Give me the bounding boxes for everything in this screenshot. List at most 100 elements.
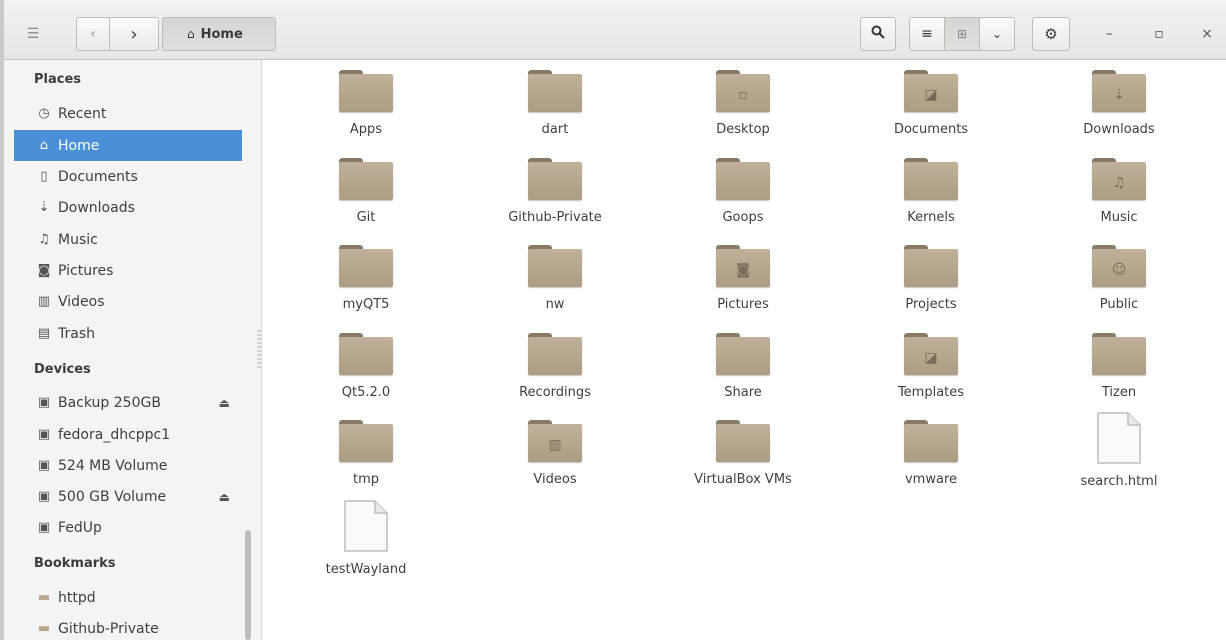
sidebar: Places ◷ Recent ⌂ Home ▯ Documents ⇣ Downloads ♫ M… (4, 60, 262, 640)
eject-icon[interactable]: ⏏ (219, 396, 230, 410)
drive-icon: ▣ (37, 458, 51, 473)
sidebar-heading-places: Places (34, 72, 82, 87)
sidebar-item-label: Recent (58, 105, 107, 122)
file-item[interactable]: testWayland (291, 500, 441, 580)
minimize-button[interactable]: – (1094, 17, 1124, 51)
folder-item[interactable]: Apps (291, 62, 441, 142)
folder-item[interactable]: Recordings (480, 325, 630, 405)
drive-icon: ▣ (37, 489, 51, 504)
folder-item[interactable]: Projects (856, 237, 1006, 317)
folder-item[interactable]: ◪ Templates (856, 325, 1006, 405)
folder-item[interactable]: ⇣ Downloads (1044, 62, 1194, 142)
folder-item[interactable]: Kernels (856, 150, 1006, 230)
folder-item[interactable]: ▫ Desktop (668, 62, 818, 142)
sidebar-item-videos[interactable]: ▥ Videos (14, 286, 242, 317)
folder-emblem-icon: ☺ (1111, 262, 1127, 278)
download-icon: ⇣ (38, 200, 50, 215)
folder-emblem-icon: ◙ (736, 262, 750, 278)
sidebar-item-pictures[interactable]: ◙ Pictures (14, 255, 242, 286)
folder-item[interactable]: tmp (291, 412, 441, 492)
list-view-button[interactable]: ≡ (909, 17, 945, 51)
folder-item[interactable]: ▥ Videos (480, 412, 630, 492)
folder-item[interactable]: dart (480, 62, 630, 142)
sidebar-item-downloads[interactable]: ⇣ Downloads (14, 192, 242, 223)
file-item[interactable]: search.html (1044, 412, 1194, 492)
file-name-label: Documents (893, 122, 969, 137)
folder-emblem-icon: ♫ (1112, 175, 1126, 191)
sidebar-item-trash[interactable]: ▤ Trash (14, 318, 242, 349)
close-button[interactable]: × (1192, 17, 1222, 51)
sidebar-item-label: Documents (58, 168, 138, 185)
maximize-icon: ▫ (1154, 26, 1164, 42)
pane-resize-handle[interactable] (257, 330, 261, 370)
music-icon: ♫ (38, 232, 50, 247)
folder-icon (904, 420, 958, 462)
sidebar-item-label: Trash (58, 325, 95, 342)
file-name-label: Kernels (907, 210, 955, 225)
folder-icon: ▬ (37, 621, 51, 636)
folder-icon: ▫ (716, 70, 770, 112)
file-name-label: tmp (352, 472, 379, 487)
file-name-label: Goops (722, 210, 764, 225)
sidebar-item-home[interactable]: ⌂ Home (14, 130, 242, 161)
path-bar-home-button[interactable]: ⌂ Home (162, 17, 276, 51)
sidebar-item-500-gb-volume[interactable]: ▣ 500 GB Volume ⏏ (14, 481, 242, 512)
sidebar-item-524-mb-volume[interactable]: ▣ 524 MB Volume (14, 450, 242, 481)
folder-item[interactable]: Share (668, 325, 818, 405)
view-options-button[interactable]: ⌄ (979, 17, 1015, 51)
folder-item[interactable]: Qt5.2.0 (291, 325, 441, 405)
document-icon (344, 500, 388, 552)
settings-button[interactable]: ⚙ (1032, 17, 1070, 51)
file-name-label: Downloads (1083, 122, 1155, 137)
sidebar-item-recent[interactable]: ◷ Recent (14, 98, 242, 129)
sidebar-scrollbar[interactable] (245, 530, 251, 640)
grid-view-button[interactable]: ⊞ (944, 17, 980, 51)
folder-item[interactable]: ◙ Pictures (668, 237, 818, 317)
sidebar-item-httpd[interactable]: ▬ httpd (14, 582, 242, 613)
sidebar-item-fedora-dhcppc1[interactable]: ▣ fedora_dhcppc1 (14, 419, 242, 450)
folder-item[interactable]: nw (480, 237, 630, 317)
sidebar-item-fedup[interactable]: ▣ FedUp (14, 512, 242, 543)
folder-icon (1092, 333, 1146, 375)
clock-icon: ◷ (38, 106, 50, 121)
folder-item[interactable]: ☺ Public (1044, 237, 1194, 317)
back-button[interactable]: ‹ (76, 17, 110, 51)
list-view-icon: ≡ (921, 26, 933, 42)
sidebar-item-backup-250gb[interactable]: ▣ Backup 250GB ⏏ (14, 387, 242, 418)
folder-item[interactable]: myQT5 (291, 237, 441, 317)
file-name-label: Github-Private (508, 210, 602, 225)
forward-button[interactable]: › (109, 17, 159, 51)
folder-icon: ◪ (904, 70, 958, 112)
folder-item[interactable]: vmware (856, 412, 1006, 492)
folder-item[interactable]: ◪ Documents (856, 62, 1006, 142)
folder-item[interactable]: Tizen (1044, 325, 1194, 405)
folder-emblem-icon: ▥ (548, 437, 562, 453)
folder-item[interactable]: Goops (668, 150, 818, 230)
file-name-label: vmware (904, 472, 957, 487)
folder-emblem-icon: ▫ (738, 87, 748, 103)
folder-item[interactable]: Github-Private (480, 150, 630, 230)
sidebar-item-music[interactable]: ♫ Music (14, 224, 242, 255)
folder-item[interactable]: VirtualBox VMs (668, 412, 818, 492)
home-icon: ⌂ (187, 27, 195, 41)
folder-icon (904, 158, 958, 200)
maximize-button[interactable]: ▫ (1144, 17, 1174, 51)
folder-item[interactable]: ♫ Music (1044, 150, 1194, 230)
folder-icon (339, 245, 393, 287)
folder-icon: ◙ (716, 245, 770, 287)
sidebar-toggle-button[interactable]: ☰ (16, 17, 50, 51)
file-name-label: Apps (349, 122, 383, 137)
sidebar-item-github-private[interactable]: ▬ Github-Private (14, 613, 242, 640)
folder-icon: ☺ (1092, 245, 1146, 287)
camera-icon: ◙ (37, 263, 51, 278)
sidebar-item-documents[interactable]: ▯ Documents (14, 161, 242, 192)
folder-icon: ♫ (1092, 158, 1146, 200)
folder-icon (528, 70, 582, 112)
sidebar-heading-bookmarks: Bookmarks (34, 556, 116, 571)
trash-icon: ▤ (37, 326, 51, 341)
sidebar-item-label: Pictures (58, 262, 114, 279)
drive-icon: ▣ (37, 520, 51, 535)
search-button[interactable] (860, 17, 896, 51)
folder-item[interactable]: Git (291, 150, 441, 230)
eject-icon[interactable]: ⏏ (219, 490, 230, 504)
